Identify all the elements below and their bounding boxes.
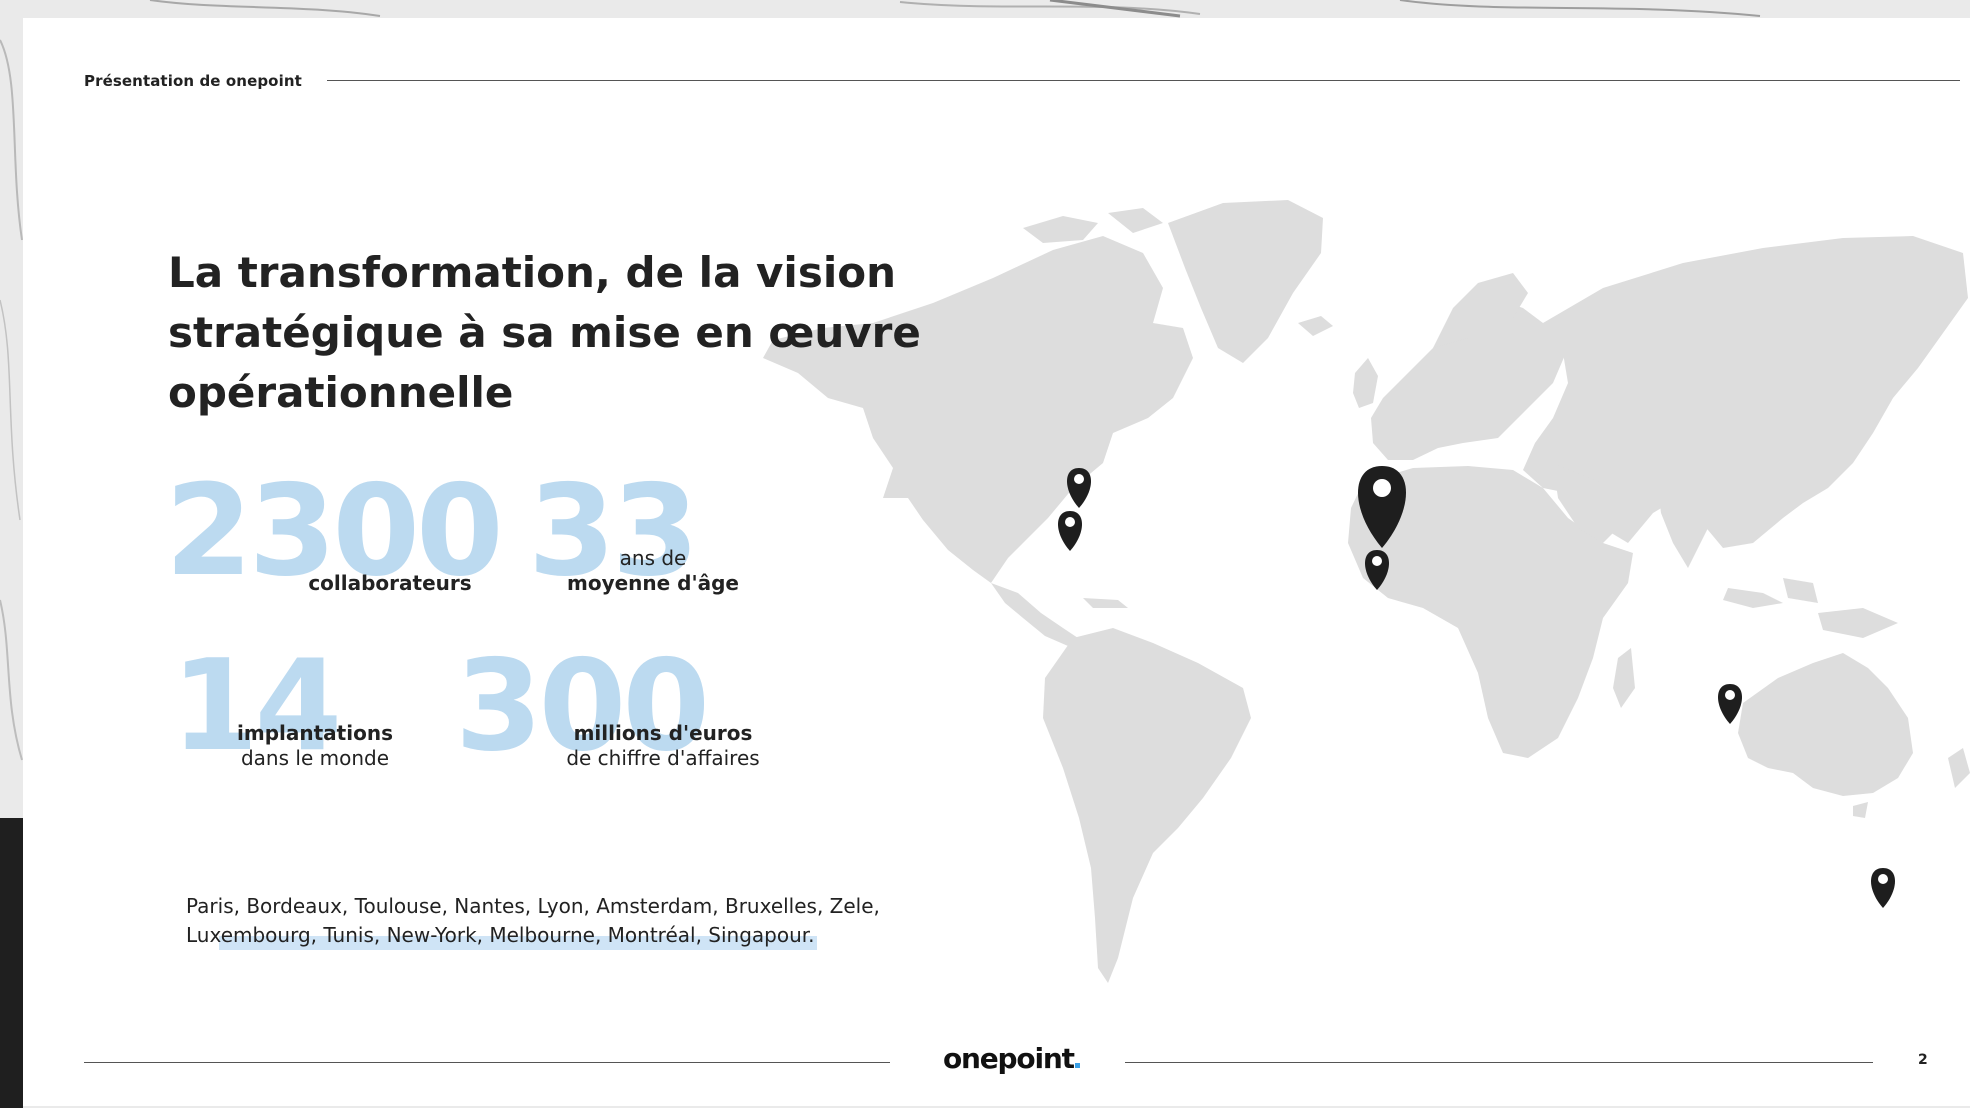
new-york-pin-icon bbox=[1058, 511, 1082, 551]
stat-revenue-label: millions d'euros de chiffre d'affaires bbox=[538, 721, 788, 771]
onepoint-logo: onepoint bbox=[943, 1042, 1080, 1075]
stat-locations-label-light: dans le monde bbox=[240, 746, 390, 770]
stat-age-label: ans de moyenne d'âge bbox=[543, 546, 763, 596]
australia-shape bbox=[1738, 653, 1913, 796]
slide: Présentation de onepoint La transformati… bbox=[23, 18, 1970, 1106]
footer-rule-right bbox=[1125, 1062, 1873, 1063]
stat-age-label-light: ans de bbox=[619, 546, 687, 570]
slide-title: La transformation, de la vision stratégi… bbox=[168, 243, 968, 423]
melbourne-pin-icon bbox=[1871, 868, 1895, 908]
montreal-pin-icon bbox=[1067, 468, 1091, 508]
greenland-shape bbox=[1168, 200, 1323, 363]
cities-line-2: Luxembourg, Tunis, New-York, Melbourne, … bbox=[186, 923, 815, 947]
footer-rule-left bbox=[84, 1062, 890, 1063]
central-america-shape bbox=[991, 583, 1078, 646]
slide-viewport: Présentation de onepoint La transformati… bbox=[0, 0, 1970, 1108]
stat-revenue-label-bold: millions d'euros bbox=[573, 721, 753, 745]
left-accent-bar bbox=[0, 818, 23, 1108]
stat-revenue-label-light: de chiffre d'affaires bbox=[566, 746, 760, 770]
stat-locations-label: implantations dans le monde bbox=[205, 721, 425, 771]
logo-dot-icon bbox=[1074, 1063, 1080, 1068]
stat-age-label-bold: moyenne d'âge bbox=[566, 571, 739, 595]
south-america-shape bbox=[1043, 628, 1251, 983]
header-rule bbox=[327, 80, 1960, 81]
header-label: Présentation de onepoint bbox=[84, 72, 302, 90]
stat-collaborators-label: collaborateurs bbox=[285, 571, 495, 596]
title-line-2: stratégique à sa mise en œuvre bbox=[168, 308, 921, 357]
title-line-3: opérationnelle bbox=[168, 368, 514, 417]
logo-text: onepoint bbox=[943, 1042, 1075, 1075]
cities-list: Paris, Bordeaux, Toulouse, Nantes, Lyon,… bbox=[186, 892, 926, 950]
title-line-1: La transformation, de la vision bbox=[168, 248, 896, 297]
singapore-pin-icon bbox=[1718, 684, 1742, 724]
stat-collaborators-label-bold: collaborateurs bbox=[308, 571, 472, 595]
page-number: 2 bbox=[1918, 1052, 1928, 1068]
stat-locations-label-bold: implantations bbox=[237, 721, 393, 745]
cities-line-1: Paris, Bordeaux, Toulouse, Nantes, Lyon,… bbox=[186, 894, 880, 918]
